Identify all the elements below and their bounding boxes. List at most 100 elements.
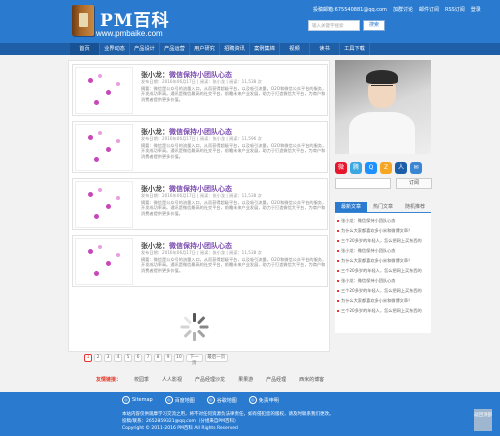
baidu-map-icon: ◎ — [164, 396, 173, 404]
post-excerpt: 摘要：微信是公众号的流量入口，从而获得超级平台，以及吸引流量，O2O和微信公众平… — [141, 200, 327, 216]
search-button[interactable]: 搜索 — [363, 20, 385, 31]
article-tabs: 最新文章 热门文章 随机推荐 — [335, 202, 431, 213]
post-meta: 发布日期：2016年06月17日 | 阅读：张小龙 | 阅读：11,538 次 — [141, 250, 262, 255]
footer-disclaimer: 本站内容仅供观摩学习交流之用，将不对任何资源负法律责任，如有侵犯您的版权，请及时… — [122, 412, 334, 417]
page-link[interactable]: 3 — [104, 354, 112, 362]
nav-jobs[interactable]: 招聘资讯 — [220, 43, 250, 55]
tab-popular[interactable]: 热门文章 — [367, 202, 399, 212]
last-page-button[interactable]: 最后一页 — [204, 354, 228, 362]
post-meta: 发布日期：2016年06月17日 | 阅读：张小龙 | 阅读：11,538 次 — [141, 193, 262, 198]
friend-link[interactable]: 西米的博客 — [299, 372, 324, 388]
post-meta: 发布日期：2016年06月17日 | 阅读：张小龙 | 阅读：11,596 次 — [141, 136, 262, 141]
nav-industry[interactable]: 业界动态 — [100, 43, 130, 55]
nav-product-design[interactable]: 产品设计 — [130, 43, 160, 55]
footer-copyright: Copyright © 2011-2016 PM百科 All Rights Re… — [122, 426, 238, 431]
subscribe-email-input[interactable] — [335, 178, 391, 189]
main-nav: 首页 业界动态 产品设计 产品运营 用户研究 招聘资讯 案例集锦 视频 读书 工… — [0, 43, 500, 55]
post-card[interactable]: 张小龙：微信保持小团队心态 发布日期：2016年06月17日 | 阅读：张小龙 … — [72, 64, 328, 116]
list-item[interactable]: 三个20多岁的年轻人，怎么把网上买东西的 — [337, 286, 429, 296]
qzone-icon[interactable]: Z — [380, 162, 392, 174]
footer-link-baidu-map[interactable]: ◎ 百度地图 — [164, 396, 195, 404]
list-item[interactable]: 张小龙：微信保持小团队心态 — [337, 216, 429, 226]
friend-link[interactable]: 果果游 — [238, 372, 253, 388]
footer-icons: ◎ Sitemap ◎ 百度地图 ◎ 谷歌地图 ◎ 免责申明 — [122, 396, 279, 404]
page-link[interactable]: 9 — [164, 354, 172, 362]
nav-video[interactable]: 视频 — [280, 43, 310, 55]
back-to-top-button[interactable]: 返回顶部 — [474, 409, 492, 431]
article-list: 张小龙：微信保持小团队心态 为什么大家都喜欢多小米和微博文章？ 三个20多岁的年… — [335, 213, 431, 333]
loading-spinner-icon — [180, 312, 210, 342]
friend-links-label: 友情链接： — [96, 377, 122, 383]
renren-icon[interactable]: 人 — [395, 162, 407, 174]
nav-product-ops[interactable]: 产品运营 — [160, 43, 190, 55]
top-links: 投稿邮箱:675540881@qq.com 加群讨论 邮件订阅 RSS订阅 登录 — [313, 6, 481, 13]
post-meta: 发布日期：2016年06月17日 | 阅读：张小龙 | 阅读：11,538 次 — [141, 79, 262, 84]
mail-icon[interactable]: ✉ — [410, 162, 422, 174]
top-link-email-subscribe[interactable]: 邮件订阅 — [419, 6, 439, 13]
post-list: 张小龙：微信保持小团队心态 发布日期：2016年06月17日 | 阅读：张小龙 … — [68, 60, 330, 352]
search-input[interactable]: 输入关键字搜索 — [308, 20, 360, 31]
post-thumbnail[interactable] — [75, 181, 133, 228]
list-item[interactable]: 三个20多岁的年轻人，怎么把网上买东西的 — [337, 266, 429, 276]
post-thumbnail[interactable] — [75, 124, 133, 171]
tab-random[interactable]: 随机推荐 — [399, 202, 431, 212]
list-item[interactable]: 三个20多岁的年轻人，怎么把网上买东西的 — [337, 236, 429, 246]
page-link[interactable]: 1 — [84, 354, 92, 362]
footer-link-disclaimer[interactable]: ◎ 免责申明 — [248, 396, 279, 404]
friend-links: 友情链接： 校园季 人人影视 产品经理沙龙 果果游 产品经理 西米的博客 — [0, 372, 500, 388]
site-header: PM百科 www.pmbaike.com 投稿邮箱:675540881@qq.c… — [0, 0, 500, 43]
footer-link-sitemap[interactable]: ◎ Sitemap — [122, 396, 153, 404]
page-link[interactable]: 10 — [174, 354, 184, 362]
tab-latest[interactable]: 最新文章 — [335, 202, 367, 212]
footer-link-google-map[interactable]: ◎ 谷歌地图 — [206, 396, 237, 404]
site-url: www.pmbaike.com — [96, 29, 163, 38]
list-item[interactable]: 三个20多岁的年轻人，怎么把网上买东西的 — [337, 306, 429, 316]
friend-link[interactable]: 人人影视 — [162, 372, 182, 388]
list-item[interactable]: 为什么大家都喜欢多小米和微博文章？ — [337, 296, 429, 306]
page-link[interactable]: 5 — [124, 354, 132, 362]
top-link-group[interactable]: 加群讨论 — [393, 6, 413, 13]
weibo-icon[interactable]: 微 — [335, 162, 347, 174]
page-link[interactable]: 4 — [114, 354, 122, 362]
top-link-login[interactable]: 登录 — [471, 6, 481, 13]
page-link[interactable]: 2 — [94, 354, 102, 362]
post-card[interactable]: 张小龙：微信保持小团队心态 发布日期：2016年06月17日 | 阅读：张小龙 … — [72, 235, 328, 287]
author-photo — [335, 60, 431, 154]
next-page-button[interactable]: 下一页 — [185, 354, 203, 366]
list-item[interactable]: 张小龙：微信保持小团队心态 — [337, 246, 429, 256]
page-link[interactable]: 7 — [144, 354, 152, 362]
post-card[interactable]: 张小龙：微信保持小团队心态 发布日期：2016年06月17日 | 阅读：张小龙 … — [72, 178, 328, 230]
pagination: 1 2 3 4 5 6 7 8 9 10 下一页 最后一页 — [84, 354, 228, 366]
top-link-email[interactable]: 投稿邮箱:675540881@qq.com — [313, 6, 387, 13]
nav-books[interactable]: 读书 — [310, 43, 340, 55]
top-link-rss[interactable]: RSS订阅 — [445, 6, 465, 13]
friend-link[interactable]: 产品经理 — [266, 372, 286, 388]
list-item[interactable]: 张小龙：微信保持小团队心态 — [337, 276, 429, 286]
nav-tools[interactable]: 工具下载 — [340, 43, 370, 55]
book-logo-icon[interactable] — [72, 5, 94, 36]
sitemap-icon: ◎ — [122, 396, 130, 404]
qq-icon[interactable]: Q — [365, 162, 377, 174]
post-thumbnail[interactable] — [75, 67, 133, 114]
friend-link[interactable]: 校园季 — [134, 372, 149, 388]
footer-contact: 投稿/联系：2652859321@qq.com（分组来自PM百科） — [122, 419, 239, 424]
post-card[interactable]: 张小龙：微信保持小团队心态 发布日期：2016年06月17日 | 阅读：张小龙 … — [72, 121, 328, 173]
tencent-weibo-icon[interactable]: 腾 — [350, 162, 362, 174]
post-thumbnail[interactable] — [75, 238, 133, 285]
google-map-icon: ◎ — [206, 396, 215, 404]
nav-home[interactable]: 首页 — [70, 43, 100, 55]
list-item[interactable]: 为什么大家都喜欢多小米和微博文章？ — [337, 256, 429, 266]
post-excerpt: 摘要：微信是公众号的流量入口，从而获得超级平台，以及吸引流量，O2O和微信公众平… — [141, 143, 327, 159]
site-footer: ◎ Sitemap ◎ 百度地图 ◎ 谷歌地图 ◎ 免责申明 本站内容仅供观摩学习交流之… — [0, 392, 500, 436]
post-excerpt: 摘要：微信是公众号的流量入口，从而获得超级平台，以及吸引流量，O2O和微信公众平… — [141, 257, 327, 273]
site-logo-text[interactable]: PM百科 — [100, 6, 170, 31]
page-link[interactable]: 8 — [154, 354, 162, 362]
nav-user-research[interactable]: 用户研究 — [190, 43, 220, 55]
nav-cases[interactable]: 案例集锦 — [250, 43, 280, 55]
social-share-bar: 微 腾 Q Z 人 ✉ — [335, 162, 422, 174]
list-item[interactable]: 为什么大家都喜欢多小米和微博文章？ — [337, 226, 429, 236]
post-excerpt: 摘要：微信是公众号的流量入口，从而获得超级平台，以及吸引流量，O2O和微信公众平… — [141, 86, 327, 102]
subscribe-button[interactable]: 订阅 — [396, 178, 432, 189]
friend-link[interactable]: 产品经理沙龙 — [195, 372, 225, 388]
page-link[interactable]: 6 — [134, 354, 142, 362]
